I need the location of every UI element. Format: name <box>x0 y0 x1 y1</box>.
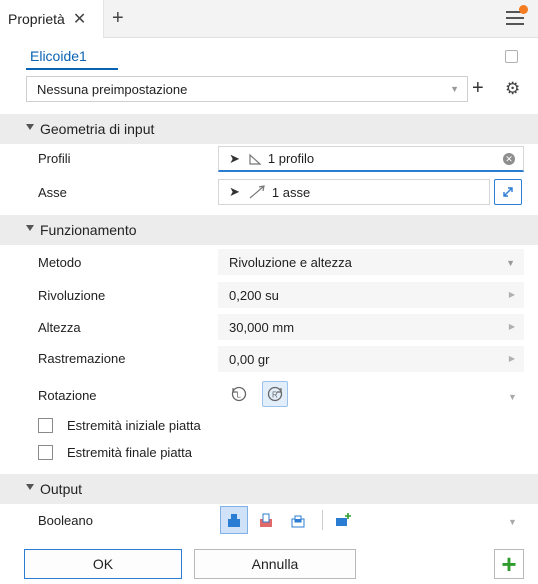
rotation-right-icon[interactable]: R <box>262 381 288 407</box>
boolean-label: Booleano <box>38 513 93 528</box>
chevron-down-icon: ▼ <box>450 84 459 94</box>
height-value: 30,000 mm <box>229 319 295 335</box>
axis-value: 1 asse <box>271 184 311 200</box>
profiles-label: Profili <box>38 151 71 166</box>
axis-icon <box>249 185 265 199</box>
section-behavior[interactable]: Funzionamento <box>0 215 538 245</box>
cancel-button[interactable]: Annulla <box>194 549 356 579</box>
revolution-input[interactable]: 0,200 su ▶ <box>218 282 524 308</box>
chevron-right-icon[interactable]: ▶ <box>509 322 515 331</box>
chevron-right-icon[interactable]: ▶ <box>509 290 515 299</box>
cut-icon[interactable] <box>252 506 280 534</box>
section-input-geometry[interactable]: Geometria di input <box>0 114 538 144</box>
feature-name[interactable]: Elicoide1 <box>30 48 87 64</box>
select-cursor-icon: ➤ <box>229 184 240 199</box>
new-solid-icon[interactable] <box>329 506 357 534</box>
collapse-triangle-icon <box>26 225 34 231</box>
flat-start-checkbox[interactable] <box>38 418 53 433</box>
feature-name-underline <box>26 68 118 70</box>
flat-end-label: Estremità finale piatta <box>67 445 193 460</box>
close-icon[interactable]: ✕ <box>73 9 86 29</box>
axis-label: Asse <box>38 185 67 200</box>
preset-value: Nessuna preimpostazione <box>37 81 188 97</box>
preset-select[interactable]: Nessuna preimpostazione ▼ <box>26 76 468 102</box>
flip-axis-button[interactable] <box>494 179 522 205</box>
collapse-triangle-icon <box>26 124 34 130</box>
add-tab-icon[interactable]: + <box>112 8 124 28</box>
intersect-icon[interactable] <box>284 506 312 534</box>
taper-label: Rastremazione <box>38 351 126 366</box>
section-title: Output <box>40 481 83 497</box>
add-preset-button[interactable]: + <box>472 77 484 99</box>
join-icon[interactable] <box>220 506 248 534</box>
method-dropdown[interactable]: Rivoluzione e altezza ▼ <box>218 249 524 275</box>
chevron-right-icon[interactable]: ▶ <box>509 354 515 363</box>
tab-title: Proprietà <box>8 11 65 27</box>
flat-start-row[interactable]: Estremità iniziale piatta <box>38 418 201 433</box>
height-input[interactable]: 30,000 mm ▶ <box>218 314 524 340</box>
chevron-down-icon[interactable]: ▼ <box>508 392 517 402</box>
gear-icon[interactable]: ⚙ <box>505 79 520 99</box>
apply-add-button[interactable]: + <box>494 549 524 579</box>
flat-end-row[interactable]: Estremità finale piatta <box>38 445 192 460</box>
ok-button[interactable]: OK <box>24 549 182 579</box>
section-title: Geometria di input <box>40 121 155 137</box>
menu-icon[interactable] <box>506 5 528 27</box>
select-cursor-icon: ➤ <box>229 150 240 166</box>
section-title: Funzionamento <box>40 222 137 238</box>
tab-bar: Proprietà ✕ + <box>0 0 538 38</box>
collapse-triangle-icon <box>26 484 34 490</box>
chevron-down-icon: ▼ <box>506 258 515 268</box>
svg-text:L: L <box>237 391 242 400</box>
rotation-options: L R <box>226 381 288 407</box>
rotation-left-icon[interactable]: L <box>226 381 252 407</box>
height-label: Altezza <box>38 320 81 335</box>
notification-dot <box>519 5 528 14</box>
profiles-value: 1 profilo <box>267 151 315 166</box>
copy-icon[interactable] <box>505 50 518 63</box>
separator <box>322 510 323 530</box>
profile-icon <box>249 153 262 165</box>
tab-properties[interactable]: Proprietà ✕ <box>0 0 104 38</box>
taper-value: 0,00 gr <box>229 351 270 367</box>
method-label: Metodo <box>38 255 82 270</box>
flat-start-label: Estremità iniziale piatta <box>67 418 201 433</box>
profiles-selector[interactable]: ➤ 1 profilo ✕ <box>218 146 524 172</box>
chevron-down-icon[interactable]: ▼ <box>508 517 517 527</box>
revolution-label: Rivoluzione <box>38 288 106 303</box>
flat-end-checkbox[interactable] <box>38 445 53 460</box>
method-value: Rivoluzione e altezza <box>229 254 352 270</box>
section-output[interactable]: Output <box>0 474 538 504</box>
axis-selector[interactable]: ➤ 1 asse <box>218 179 490 205</box>
revolution-value: 0,200 su <box>229 287 279 303</box>
rotation-label: Rotazione <box>38 388 97 403</box>
taper-input[interactable]: 0,00 gr ▶ <box>218 346 524 372</box>
clear-icon[interactable]: ✕ <box>503 153 515 165</box>
boolean-options <box>220 506 361 534</box>
flip-icon <box>503 187 513 197</box>
